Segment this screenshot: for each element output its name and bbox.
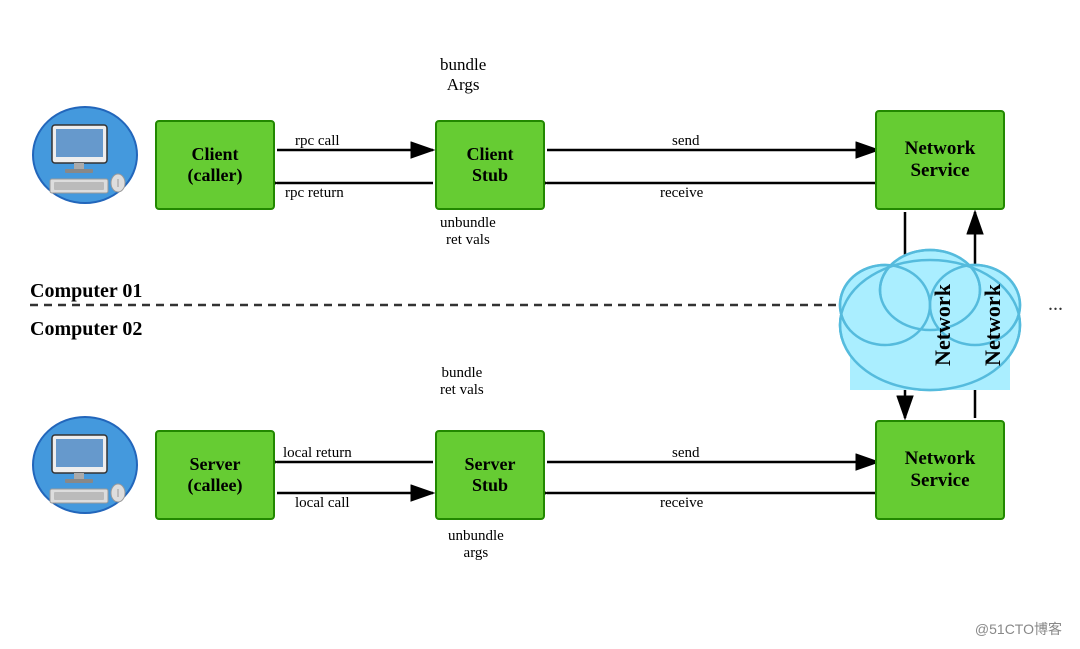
send-top-label: send	[672, 133, 700, 150]
client-caller-box: Client(caller)	[155, 120, 275, 210]
send-bottom-label: send	[672, 445, 700, 462]
client-computer-icon	[30, 105, 140, 205]
client-stub-box: ClientStub	[435, 120, 545, 210]
rpc-call-label: rpc call	[295, 133, 340, 150]
server-callee-box: Server(callee)	[155, 430, 275, 520]
watermark: @51CTO博客	[975, 619, 1062, 639]
network-cloud: Network Network	[820, 215, 1040, 415]
computer-02-label: Computer 02	[30, 318, 142, 341]
unbundle-ret-vals-top-label: unbundleret vals	[440, 215, 496, 249]
svg-text:Network: Network	[930, 283, 955, 366]
svg-text:...: ...	[1048, 293, 1063, 315]
computer-01-label: Computer 01	[30, 280, 142, 303]
network-service-bottom-box: NetworkService	[875, 420, 1005, 520]
local-call-label: local call	[295, 495, 350, 512]
receive-top-label: receive	[660, 185, 703, 202]
bundle-ret-vals-label: bundleret vals	[440, 365, 484, 399]
server-stub-box: ServerStub	[435, 430, 545, 520]
unbundle-args-label: unbundleargs	[448, 528, 504, 562]
receive-bottom-label: receive	[660, 495, 703, 512]
bundle-args-label: bundleArgs	[440, 55, 486, 95]
rpc-return-label: rpc return	[285, 185, 344, 202]
network-service-top-box: NetworkService	[875, 110, 1005, 210]
svg-text:Network: Network	[980, 283, 1005, 366]
local-return-label: local return	[283, 445, 352, 462]
diagram: ... Computer 01 Computer 02	[0, 0, 1080, 649]
server-computer-icon	[30, 415, 140, 515]
